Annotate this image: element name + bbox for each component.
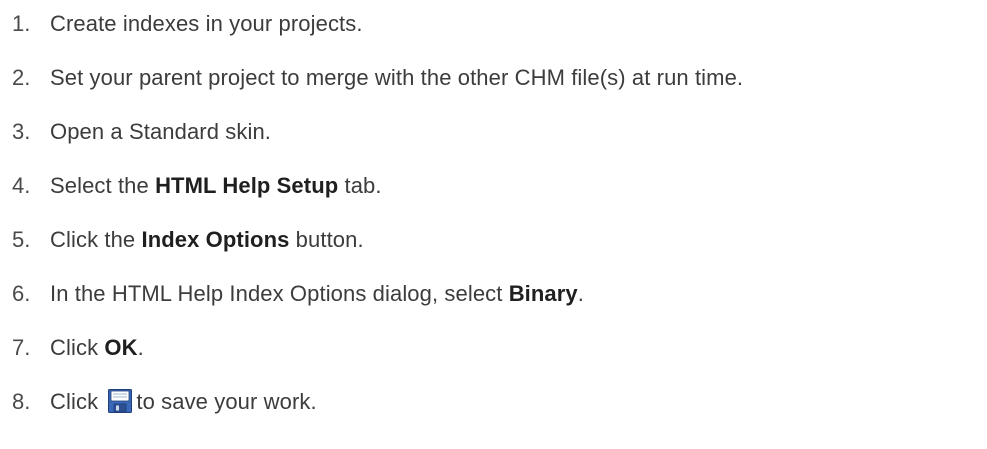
step-text: Select the HTML Help Setup tab. <box>50 173 382 199</box>
step-text: Click OK. <box>50 335 144 361</box>
step-text: Open a Standard skin. <box>50 119 272 144</box>
step-4: 4. Select the HTML Help Setup tab. <box>0 159 987 213</box>
step-6: 6. In the HTML Help Index Options dialog… <box>0 267 987 321</box>
step-number: 7. <box>12 335 31 360</box>
step-text-part: to save your work. <box>136 389 317 414</box>
ui-term-html-help-setup: HTML Help Setup <box>155 173 339 198</box>
step-text-part: Click <box>50 335 105 360</box>
step-1: 1. Create indexes in your projects. <box>0 0 987 51</box>
step-text: Set your parent project to merge with th… <box>50 65 744 90</box>
step-number: 1. <box>12 11 31 36</box>
step-number: 6. <box>12 281 31 306</box>
step-number: 5. <box>12 227 31 252</box>
save-icon <box>108 389 133 413</box>
ui-term-binary: Binary <box>508 281 578 306</box>
step-5: 5. Click the Index Options button. <box>0 213 987 267</box>
instruction-steps: 1. Create indexes in your projects. 2. S… <box>0 0 987 429</box>
step-text-part: Click the <box>50 227 142 252</box>
step-number: 4. <box>12 173 31 198</box>
step-7: 7. Click OK. <box>0 321 987 375</box>
step-text-part: button. <box>289 227 364 252</box>
step-text: Click to save your work. <box>50 389 317 415</box>
ui-term-ok: OK <box>104 335 138 360</box>
step-text-part: In the HTML Help Index Options dialog, s… <box>50 281 509 306</box>
step-number: 3. <box>12 119 31 144</box>
step-text-part: tab. <box>338 173 382 198</box>
step-text: Click the Index Options button. <box>50 227 364 253</box>
step-text: In the HTML Help Index Options dialog, s… <box>50 281 584 307</box>
ui-term-index-options: Index Options <box>141 227 290 252</box>
step-3: 3. Open a Standard skin. <box>0 105 987 159</box>
step-text-part: . <box>137 335 144 360</box>
step-8: 8. Click to save your work. <box>0 375 987 429</box>
step-number: 8. <box>12 389 31 414</box>
step-text-part: Click <box>50 389 105 414</box>
step-2: 2. Set your parent project to merge with… <box>0 51 987 105</box>
step-number: 2. <box>12 65 31 90</box>
step-text: Create indexes in your projects. <box>50 11 363 36</box>
step-text-part: . <box>577 281 584 306</box>
step-text-part: Select the <box>50 173 156 198</box>
